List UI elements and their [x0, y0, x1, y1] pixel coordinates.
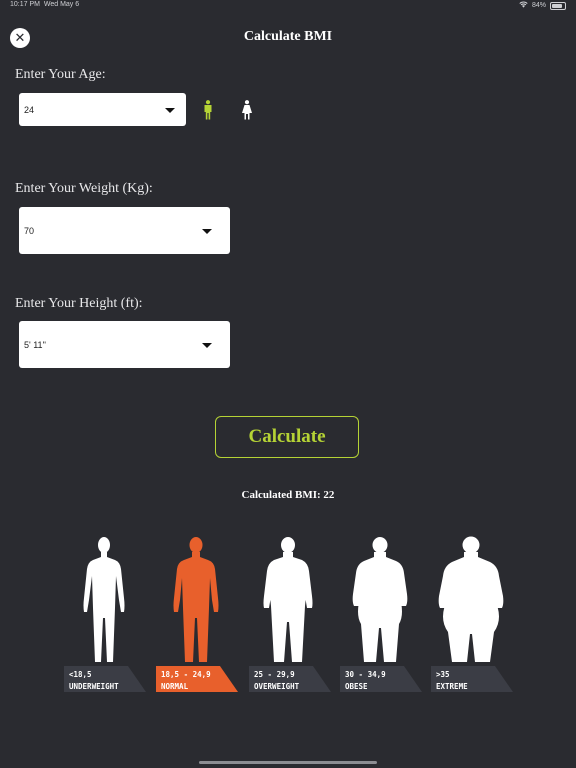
category-range: 18,5 - 24,9 [161, 670, 211, 679]
category-extreme: >35 EXTREME [431, 666, 513, 692]
category-name: OVERWEIGHT [254, 682, 300, 691]
category-range: 25 - 29,9 [254, 670, 295, 679]
age-value: 24 [24, 104, 35, 115]
category-obese: 30 - 34,9 OBESE [340, 666, 422, 692]
female-icon[interactable] [241, 100, 253, 120]
category-overweight: 25 - 29,9 OVERWEIGHT [249, 666, 331, 692]
battery-icon [550, 1, 566, 10]
obese-figure-icon [352, 537, 408, 662]
underweight-figure-icon [83, 537, 125, 662]
category-range: 30 - 34,9 [345, 670, 386, 679]
status-time: 10:17 PM Wed May 6 [10, 1, 80, 8]
status-right: 84% [519, 1, 566, 10]
calculate-button-label: Calculate [248, 426, 326, 447]
weight-value: 70 [24, 225, 35, 236]
calculate-button[interactable]: Calculate [215, 416, 359, 458]
home-indicator [199, 761, 377, 764]
category-underweight: <18,5 UNDERWEIGHT [64, 666, 146, 692]
height-label: Enter Your Height (ft): [15, 296, 143, 311]
extreme-figure-icon [438, 536, 504, 662]
chevron-down-icon [202, 228, 212, 234]
category-name: EXTREME [436, 682, 468, 691]
male-icon[interactable] [203, 100, 213, 120]
category-name: UNDERWEIGHT [69, 682, 119, 691]
height-value: 5' 11'' [24, 339, 47, 350]
normal-figure-icon [173, 537, 219, 662]
age-label: Enter Your Age: [15, 67, 106, 82]
chevron-down-icon [202, 342, 212, 348]
weight-dropdown[interactable]: 70 [19, 207, 230, 254]
category-range: >35 [436, 670, 450, 679]
battery-percent: 84% [531, 2, 546, 9]
overweight-figure-icon [263, 537, 313, 662]
bmi-result: Calculated BMI: 22 [241, 489, 335, 501]
wifi-icon [519, 1, 528, 10]
category-name: NORMAL [161, 682, 189, 691]
category-range: <18,5 [69, 670, 92, 679]
category-name: OBESE [345, 682, 368, 691]
status-bar: 10:17 PM Wed May 6 84% [0, 0, 576, 12]
weight-label: Enter Your Weight (Kg): [15, 181, 153, 196]
height-dropdown[interactable]: 5' 11'' [19, 321, 230, 368]
page-title: Calculate BMI [243, 29, 333, 44]
age-dropdown[interactable]: 24 [19, 93, 186, 126]
chevron-down-icon [165, 107, 175, 113]
category-normal: 18,5 - 24,9 NORMAL [156, 666, 238, 692]
